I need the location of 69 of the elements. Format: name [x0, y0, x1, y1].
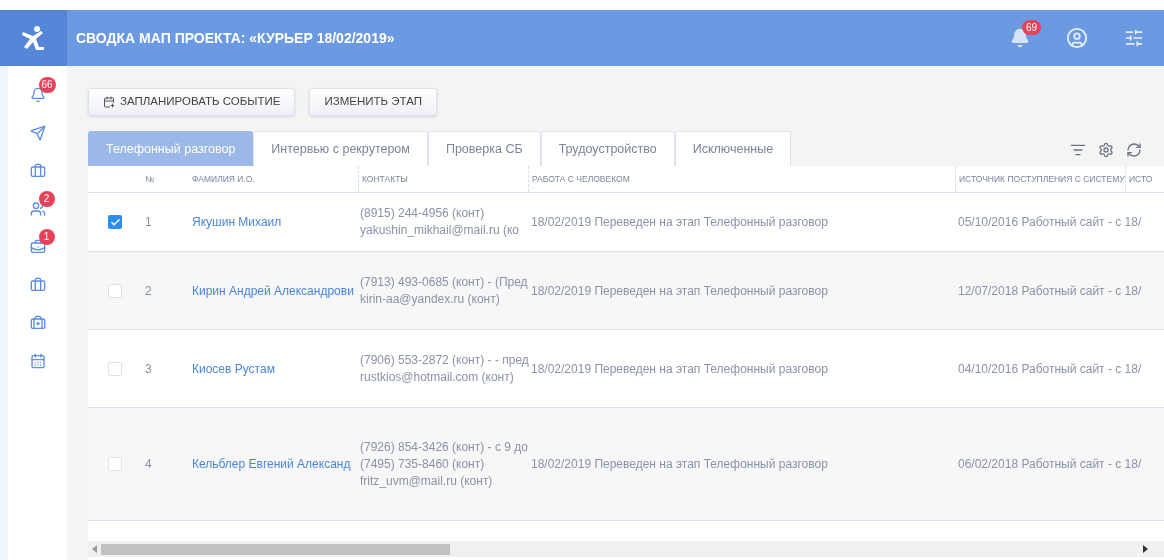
tab[interactable]: Телефонный разговор [88, 131, 254, 166]
tab[interactable]: Трудоустройство [540, 131, 675, 166]
row-number: 4 [144, 456, 153, 473]
table-cell-text: 18/02/2019 Переведен на этап Телефонный разговор [530, 214, 829, 231]
horizontal-scrollbar[interactable] [88, 541, 1164, 557]
notification-badge: 69 [1022, 20, 1042, 35]
table-cell-text: 18/02/2019 Переведен на этап Телефонный разговор [530, 360, 829, 378]
column-header[interactable]: ИСТО [1129, 172, 1153, 186]
calendar-icon [103, 96, 115, 108]
column-header[interactable]: № [145, 172, 155, 186]
right-arrow-icon[interactable] [1143, 545, 1148, 553]
table-cell-text: 04/10/2016 Работный сайт - с 18/ [957, 360, 1143, 378]
contact-text: (7913) 493-0685 (конт) - (Пред [360, 273, 528, 291]
person-name-link[interactable]: Киосев Рустам [185, 359, 358, 378]
bell-icon[interactable] [29, 87, 46, 103]
count-badge: 66 [38, 77, 56, 93]
briefcase-icon[interactable] [29, 315, 46, 331]
contact-text: kirin-aa@yandex.ru (конт) [360, 290, 501, 308]
count-badge: 2 [38, 191, 55, 207]
logo[interactable] [0, 10, 67, 66]
row-checkbox[interactable] [108, 215, 122, 229]
calendar-icon[interactable] [29, 353, 46, 369]
page-title: СВОДКА МАП ПРОЕКТА: «КУРЬЕР 18/02/2019» [76, 28, 395, 48]
row-checkbox[interactable] [108, 361, 122, 376]
person-name-link[interactable]: Кельблер Евгений Александ [185, 455, 358, 473]
schedule-event-button[interactable]: ЗАПЛАНИРОВАТЬ СОБЫТИЕ [88, 88, 296, 116]
table-cell-text: 18/02/2019 Переведен на этап Телефонный разговор [530, 282, 829, 300]
check-icon [109, 216, 121, 228]
logo-icon [20, 25, 47, 51]
contact-text: (7495) 735-8460 (конт) [360, 455, 486, 473]
row-checkbox[interactable] [108, 457, 122, 471]
table-cell-text: 06/02/2018 Работный сайт - с 18/ [957, 456, 1143, 473]
left-arrow-icon[interactable] [92, 545, 97, 553]
row-number: 3 [144, 360, 153, 378]
column-header[interactable]: РАБОТА С ЧЕЛОВЕКОМ [532, 172, 630, 186]
tab[interactable]: Интервью с рекрутером [253, 131, 428, 166]
person-name-link[interactable]: Кирин Андрей Александрови [185, 281, 358, 300]
table-cell-text: 18/02/2019 Переведен на этап Телефонный разговор [530, 456, 829, 473]
contact-text: (7906) 553-2872 (конт) - - пред [360, 351, 528, 369]
row-checkbox[interactable] [108, 283, 122, 298]
users-icon[interactable] [29, 201, 46, 217]
paper-plane-icon[interactable] [29, 125, 46, 141]
scrollbar-thumb[interactable] [101, 543, 450, 555]
row-number: 1 [144, 214, 153, 231]
contact-text: yakushin_mikhail@mail.ru (ко [360, 222, 520, 239]
settings-icon[interactable] [1098, 142, 1114, 158]
briefcase-icon[interactable] [29, 163, 46, 179]
user-icon[interactable] [1066, 27, 1088, 49]
tab[interactable]: Исключенные [674, 131, 792, 166]
table-cell-text: 12/07/2018 Работный сайт - с 18/ [957, 282, 1143, 300]
tab[interactable]: Проверка СБ [427, 131, 541, 166]
count-badge: 1 [38, 229, 55, 245]
table-row[interactable]: 4 Кельблер Евгений Александ (7926) 854-3426 (конт) - с 9 до (7495) 735-8460 (конт) fritz_uvm@mail.ru (конт) 18/02/2019 Переведен на этап Телефонный разговор 06/02/2018 Работный сайт - с 18/ [88, 408, 1164, 521]
contact-text: (8915) 244-4956 (конт) [360, 205, 486, 222]
row-number: 2 [144, 282, 153, 300]
contact-text: (7926) 854-3426 (конт) - с 9 до [360, 438, 528, 456]
person-name-link[interactable]: Якушин Михаил [185, 213, 358, 231]
contact-text: fritz_uvm@mail.ru (конт) [360, 472, 494, 490]
table-row[interactable]: 2 Кирин Андрей Александрови (7913) 493-0685 (конт) - (Пред kirin-aa@yandex.ru (конт) 18/02/2019 Переведен на этап Телефонный разговор 12/07/2018 Работный сайт - с 18/ [88, 252, 1164, 330]
settings-icon[interactable] [1124, 28, 1144, 48]
table-cell-text: 05/10/2016 Работный сайт - с 18/ [957, 214, 1143, 231]
filter-icon[interactable] [1070, 142, 1086, 158]
refresh-icon[interactable] [1126, 142, 1142, 158]
column-header[interactable]: КОНТАКТЫ [362, 172, 408, 186]
column-header[interactable]: ИСТОЧНИК ПОСТУПЛЕНИЯ С СИСТЕМУ [959, 172, 1125, 186]
column-header[interactable]: ФАМИЛИЯ И.О. [192, 172, 255, 186]
change-stage-button[interactable]: ИЗМЕНИТЬ ЭТАП [309, 88, 437, 116]
briefcase-icon[interactable] [29, 277, 46, 293]
contact-text: rustkios@hotmail.com (конт) [360, 368, 515, 386]
